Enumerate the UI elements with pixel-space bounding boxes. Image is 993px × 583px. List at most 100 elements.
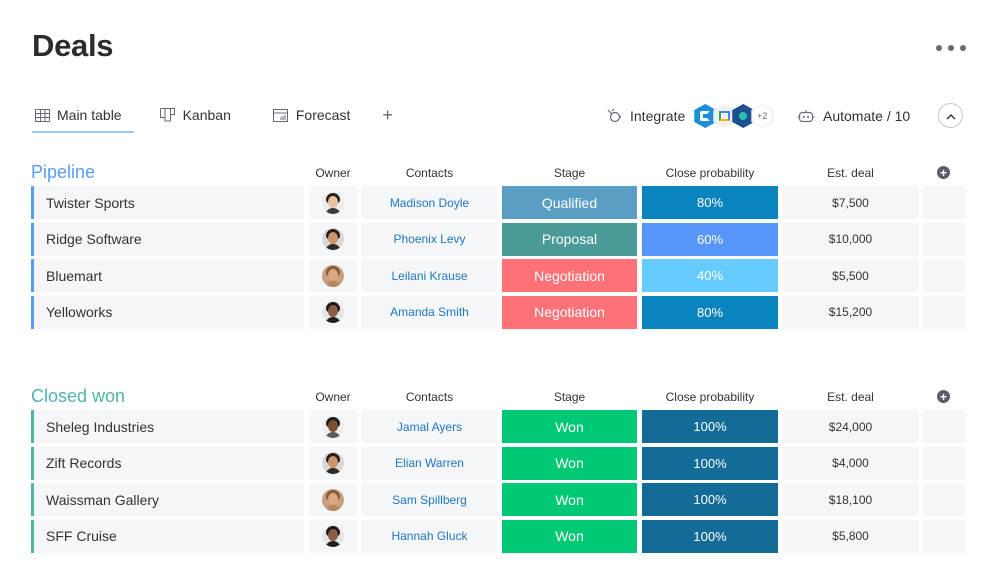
avatar [322,264,344,287]
close-probability-status[interactable]: 100% [642,446,778,480]
table-row[interactable]: Waissman Gallery Sam Spillberg Won 100% $18,… [31,483,965,517]
column-header-owner[interactable]: Owner [309,390,357,404]
contact-link[interactable]: Phoenix Levy [362,222,497,256]
table-row[interactable]: SFF Cruise Hannah Gluck Won 100% $5,800 [31,519,965,553]
owner-cell[interactable] [309,259,357,293]
table-row[interactable]: Zift Records Elian Warren Won 100% $4,000 [31,446,965,480]
add-column-button[interactable]: + [937,166,950,179]
column-header-stage[interactable]: Stage [502,390,637,404]
item-name-cell[interactable]: Sheleg Industries [31,410,304,443]
add-view-button[interactable]: + [382,104,393,126]
column-header-contacts[interactable]: Contacts [362,390,497,404]
avatar [322,191,344,214]
close-probability-status[interactable]: 100% [642,410,778,443]
close-probability-status[interactable]: 60% [642,222,778,256]
close-probability-status[interactable]: 40% [642,259,778,293]
stage-status[interactable]: Qualified [502,186,637,219]
page-title: Deals [32,28,114,63]
avatar [322,415,344,438]
tab-forecast[interactable]: Forecast [273,104,350,126]
stage-status[interactable]: Won [502,483,637,517]
owner-cell[interactable] [309,410,357,443]
more-options-button[interactable] [936,38,966,58]
item-name-cell[interactable]: Ridge Software [31,222,304,256]
column-header-close-probability[interactable]: Close probability [642,166,778,180]
add-column-button[interactable]: + [937,390,950,403]
automate-button[interactable]: Automate / 10 [797,104,910,128]
column-header-est-deal[interactable]: Est. deal [783,390,918,404]
column-header-contacts[interactable]: Contacts [362,166,497,180]
tab-label: Kanban [182,107,231,123]
stage-status[interactable]: Negotiation [502,295,637,329]
contact-link[interactable]: Sam Spillberg [362,483,497,517]
est-deal-value[interactable]: $4,000 [783,446,918,480]
table-row[interactable]: Twister Sports Madison Doyle Qualified 80% $… [31,186,965,219]
kanban-icon [160,108,176,122]
owner-cell[interactable] [309,519,357,553]
contact-link[interactable]: Hannah Gluck [362,519,497,553]
contact-link[interactable]: Amanda Smith [362,295,497,329]
close-probability-status[interactable]: 100% [642,483,778,517]
column-header-close-probability[interactable]: Close probability [642,390,778,404]
item-name-cell[interactable]: Waissman Gallery [31,483,304,517]
close-probability-status[interactable]: 100% [642,519,778,553]
item-name: Yelloworks [46,304,113,321]
contact-link[interactable]: Leilani Krause [362,259,497,293]
table-row[interactable]: Bluemart Leilani Krause Negotiation 40% $5,5… [31,259,965,293]
column-header-stage[interactable]: Stage [502,166,637,180]
column-header-owner[interactable]: Owner [309,166,357,180]
close-probability-status[interactable]: 80% [642,295,778,329]
owner-cell[interactable] [309,483,357,517]
est-deal-value[interactable]: $10,000 [783,222,918,256]
integrate-button[interactable]: Integrate +2 [606,104,774,128]
column-header-est-deal[interactable]: Est. deal [783,166,918,180]
integration-apps: +2 [694,104,774,128]
more-dot [936,45,942,51]
empty-cell [923,259,965,293]
owner-cell[interactable] [309,446,357,480]
est-deal-value[interactable]: $24,000 [783,410,918,443]
table-row[interactable]: Ridge Software Phoenix Levy Proposal 60% $10… [31,222,965,256]
est-deal-value[interactable]: $5,500 [783,259,918,293]
collapse-header-button[interactable] [938,103,963,128]
est-deal-value[interactable]: $18,100 [783,483,918,517]
contact-link[interactable]: Jamal Ayers [362,410,497,443]
owner-cell[interactable] [309,222,357,256]
stage-status[interactable]: Won [502,446,637,480]
tab-kanban[interactable]: Kanban [160,104,231,126]
group-color-bar [31,222,34,256]
stage-status[interactable]: Proposal [502,222,637,256]
table-row[interactable]: Sheleg Industries Jamal Ayers Won 100% $24,0… [31,410,965,443]
table-icon [34,108,50,122]
est-deal-value[interactable]: $7,500 [783,186,918,219]
avatar [322,452,344,475]
owner-cell[interactable] [309,186,357,219]
stage-status[interactable]: Won [502,410,637,443]
avatar [322,488,344,511]
robot-icon [797,109,815,123]
stage-status[interactable]: Negotiation [502,259,637,293]
item-name-cell[interactable]: Yelloworks [31,295,304,329]
chart-icon [273,108,289,122]
item-name-cell[interactable]: Bluemart [31,259,304,293]
tab-main-table[interactable]: Main table [32,104,134,133]
automate-label: Automate / 10 [823,108,911,124]
group-title[interactable]: Pipeline [31,162,95,183]
item-name: Bluemart [46,267,103,284]
contact-link[interactable]: Madison Doyle [362,186,497,219]
close-probability-status[interactable]: 80% [642,186,778,219]
item-name-cell[interactable]: SFF Cruise [31,519,304,553]
more-apps-badge: +2 [751,104,774,128]
contact-link[interactable]: Elian Warren [362,446,497,480]
owner-cell[interactable] [309,295,357,329]
avatar [322,228,344,251]
table-row[interactable]: Yelloworks Amanda Smith Negotiation 80% $15,… [31,295,965,329]
group-title[interactable]: Closed won [31,386,125,407]
item-name-cell[interactable]: Zift Records [31,446,304,480]
more-dot [948,45,954,51]
est-deal-value[interactable]: $5,800 [783,519,918,553]
more-dot [960,45,966,51]
item-name-cell[interactable]: Twister Sports [31,186,304,219]
est-deal-value[interactable]: $15,200 [783,295,918,329]
stage-status[interactable]: Won [502,519,637,553]
